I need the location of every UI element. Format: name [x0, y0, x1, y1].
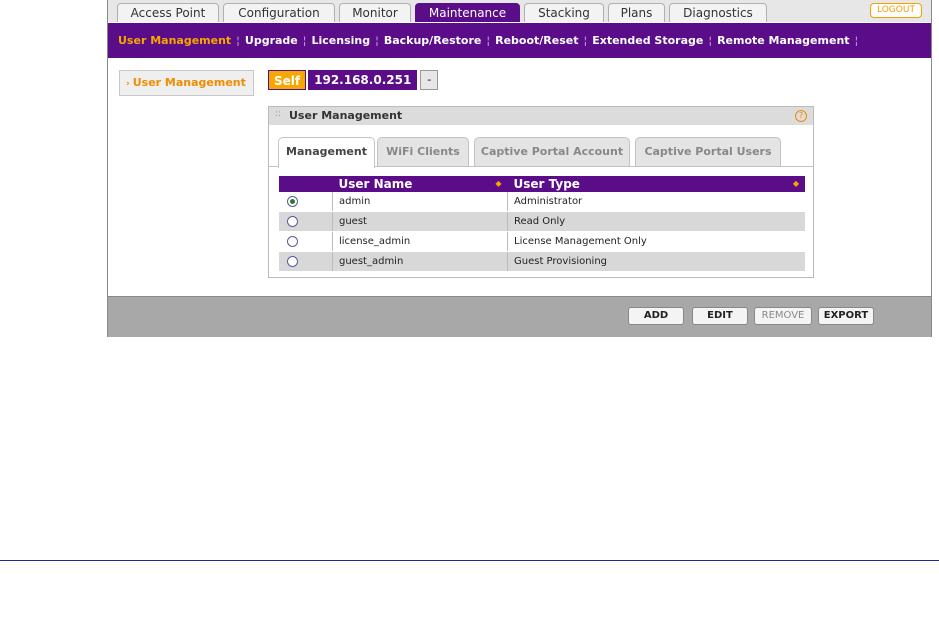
ap-ip-address: 192.168.0.251: [308, 70, 418, 90]
user-type-cell: Administrator: [507, 192, 805, 212]
tab-captive-portal-account[interactable]: Captive Portal Account: [474, 137, 630, 166]
tab-wifi-clients[interactable]: WiFi Clients: [377, 137, 469, 166]
tab-access-point[interactable]: Access Point: [117, 3, 219, 22]
grip-icon: ::: [275, 109, 282, 119]
table-row: license_admin License Management Only: [279, 231, 805, 252]
logout-button[interactable]: LOGOUT: [870, 3, 922, 18]
subnav-separator: ¦: [375, 34, 379, 47]
panel-title: User Management: [289, 109, 403, 122]
subnav-separator: ¦: [583, 34, 588, 47]
subnav-user-management[interactable]: User Management: [118, 34, 231, 47]
tab-plans[interactable]: Plans: [608, 3, 665, 22]
column-header-label: User Name: [338, 177, 413, 191]
left-nav-label: User Management: [132, 76, 246, 89]
select-column-header: [279, 176, 333, 192]
user-management-panel: :: User Management ? Management WiFi Cli…: [268, 106, 814, 278]
subnav-separator: ¦: [854, 34, 859, 47]
user-type-cell: License Management Only: [507, 231, 805, 252]
left-nav-user-management[interactable]: › User Management: [119, 70, 254, 96]
panel-header: :: User Management ?: [269, 107, 813, 125]
subnav-separator: ¦: [302, 34, 307, 47]
top-tab-bar: Access Point Configuration Monitor Maint…: [108, 0, 931, 22]
tab-diagnostics[interactable]: Diagnostics: [669, 3, 767, 22]
subnav-reboot-reset[interactable]: Reboot/Reset: [495, 34, 578, 47]
subnav-backup-restore[interactable]: Backup/Restore: [384, 34, 482, 47]
subnav-separator: ¦: [486, 34, 491, 47]
subnav-remote-management[interactable]: Remote Management: [717, 34, 849, 47]
user-name-cell: guest_admin: [332, 251, 508, 272]
tab-captive-portal-users[interactable]: Captive Portal Users: [635, 137, 781, 166]
user-name-cell: admin: [332, 192, 508, 212]
self-badge: Self: [268, 70, 307, 90]
edit-button[interactable]: EDIT: [692, 307, 748, 325]
sort-icon[interactable]: ◆: [495, 179, 501, 188]
column-header-label: User Type: [513, 177, 580, 191]
user-table: User Name ◆ User Type ◆ admin Administra…: [279, 176, 805, 272]
ap-selector: Self 192.168.0.251 -: [268, 70, 439, 90]
tab-management[interactable]: Management: [278, 137, 375, 168]
sort-icon[interactable]: ◆: [793, 179, 799, 188]
help-icon[interactable]: ?: [795, 110, 807, 122]
column-header-user-name[interactable]: User Name ◆: [332, 176, 508, 192]
tab-monitor[interactable]: Monitor: [339, 3, 411, 22]
page-divider: [0, 560, 939, 561]
add-button[interactable]: ADD: [628, 307, 684, 325]
table-row: guest Read Only: [279, 211, 805, 232]
tab-maintenance[interactable]: Maintenance: [415, 3, 520, 22]
sub-navigation: User Management ¦ Upgrade ¦ Licensing ¦ …: [108, 23, 931, 58]
table-row: guest_admin Guest Provisioning: [279, 251, 805, 272]
tab-configuration[interactable]: Configuration: [223, 3, 335, 22]
export-button[interactable]: EXPORT: [818, 307, 874, 325]
row-radio-button[interactable]: [287, 195, 298, 207]
remove-button[interactable]: REMOVE: [754, 307, 812, 325]
app-window: Access Point Configuration Monitor Maint…: [107, 0, 932, 337]
subnav-separator: ¦: [236, 34, 240, 47]
action-bar: ADD EDIT REMOVE EXPORT: [108, 296, 931, 337]
table-header-row: User Name ◆ User Type ◆: [279, 176, 805, 192]
row-radio-button[interactable]: [287, 215, 298, 227]
tab-stacking[interactable]: Stacking: [524, 3, 604, 22]
user-name-cell: license_admin: [332, 231, 508, 252]
user-type-cell: Guest Provisioning: [507, 251, 805, 272]
subnav-separator: ¦: [708, 34, 713, 47]
subnav-extended-storage[interactable]: Extended Storage: [592, 34, 703, 47]
user-name-cell: guest: [332, 211, 508, 232]
subnav-licensing[interactable]: Licensing: [311, 34, 370, 47]
chevron-right-icon: ›: [126, 79, 130, 89]
row-radio-button[interactable]: [287, 255, 298, 267]
column-header-user-type[interactable]: User Type ◆: [507, 176, 805, 192]
row-radio-button[interactable]: [287, 235, 298, 247]
user-type-cell: Read Only: [507, 211, 805, 232]
subnav-upgrade[interactable]: Upgrade: [245, 34, 298, 47]
ap-dropdown-button[interactable]: -: [420, 70, 439, 90]
table-row: admin Administrator: [279, 192, 805, 212]
